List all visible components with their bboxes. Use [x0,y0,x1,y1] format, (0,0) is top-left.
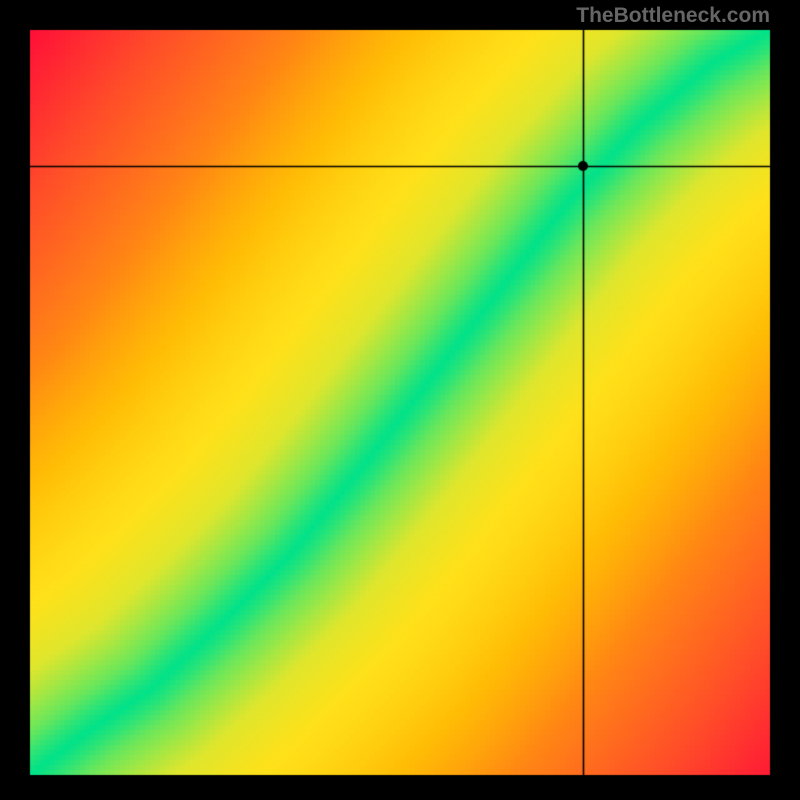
heatmap-canvas [0,0,800,800]
chart-container: TheBottleneck.com [0,0,800,800]
watermark-text: TheBottleneck.com [576,4,770,28]
